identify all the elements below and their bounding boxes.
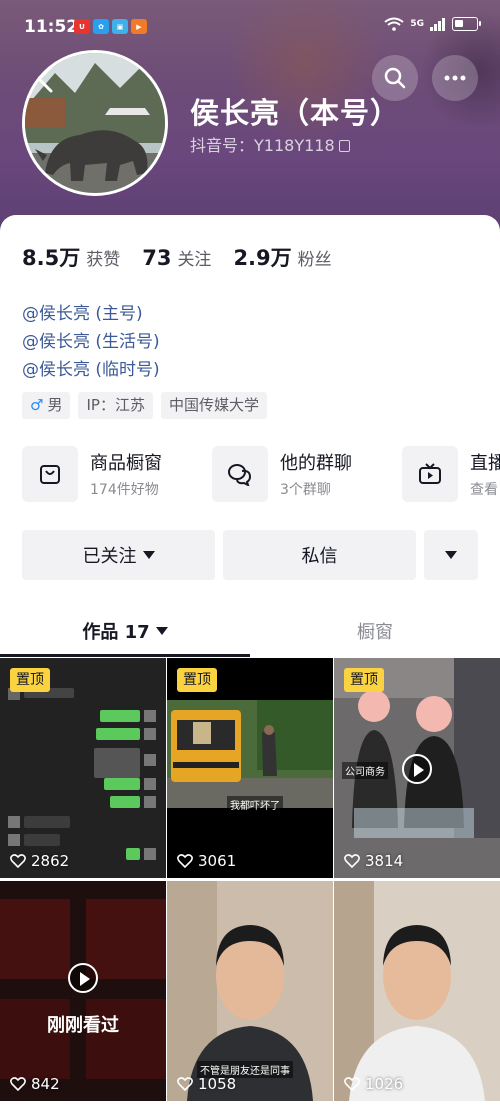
following-label[interactable]: 关注 [177, 245, 211, 270]
caret-down-icon [155, 627, 168, 635]
status-time: 11:52 [24, 17, 79, 37]
gender-text: 男 [47, 396, 63, 414]
more-actions-button[interactable] [424, 530, 478, 580]
video-thumbnail[interactable]: 不管是朋友还是同事 1058 [167, 881, 333, 1101]
video-likes: 1026 [344, 1075, 403, 1093]
status-bar: 11:52 U ✿ ▣ ▶ 5G [0, 0, 500, 54]
bio-link-main[interactable]: @侯长亮 (主号) [22, 300, 160, 328]
tab-shop-window[interactable]: 橱窗 [250, 605, 500, 657]
tab-works[interactable]: 作品 17 [0, 605, 250, 657]
status-app-icons: U ✿ ▣ ▶ [74, 19, 147, 34]
feature-title: 商品橱窗 [90, 453, 162, 474]
thumbnail-image [334, 881, 500, 1101]
video-thumbnail[interactable]: 1026 [334, 881, 500, 1101]
bio-link-life[interactable]: @侯长亮 (生活号) [22, 328, 160, 356]
video-caption: 我都吓坏了 [227, 796, 283, 813]
heart-icon [177, 854, 193, 869]
feature-entries: 商品橱窗 174件好物 他的群聊 3个群聊 直播查看 [22, 446, 500, 502]
male-icon: ♂ [30, 396, 44, 414]
caret-down-icon [445, 551, 457, 559]
followed-label: 已关注 [82, 546, 137, 567]
wifi-icon [384, 17, 404, 31]
bio-links: @侯长亮 (主号) @侯长亮 (生活号) @侯长亮 (临时号) [22, 300, 160, 384]
heart-icon [10, 854, 26, 869]
recently-viewed-label: 刚刚看过 [47, 1015, 119, 1036]
message-button[interactable]: 私信 [223, 530, 416, 580]
profile-tabs: 作品 17 橱窗 [0, 605, 500, 657]
heart-icon [177, 1077, 193, 1092]
signal-icon [430, 17, 445, 31]
tv-icon [402, 446, 458, 502]
likes-count: 842 [31, 1075, 60, 1093]
profile-tags: ♂ 男 IP：江苏 中国传媒大学 [22, 392, 267, 419]
video-likes: 842 [10, 1075, 60, 1093]
gender-tag: ♂ 男 [22, 392, 71, 419]
video-likes: 3061 [177, 852, 236, 870]
profile-stats: 8.5万 获赞 73 关注 2.9万 粉丝 [22, 242, 354, 272]
video-grid: 置顶 2862 我都吓坏了 置顶 3061 公司商务 置顶 3814 刚刚看过 … [0, 658, 500, 1101]
chat-bubbles-icon [212, 446, 268, 502]
heart-icon [344, 854, 360, 869]
school-tag[interactable]: 中国传媒大学 [160, 392, 267, 419]
following-count[interactable]: 73 [142, 246, 171, 270]
pinned-badge: 置顶 [344, 668, 384, 692]
chevron-left-icon [36, 65, 53, 93]
ip-tag: IP：江苏 [78, 392, 153, 419]
video-thumbnail[interactable]: 我都吓坏了 置顶 3061 [167, 658, 333, 878]
notification-app-icon: ▶ [131, 19, 147, 34]
more-dots-icon [444, 75, 466, 81]
pinned-badge: 置顶 [10, 668, 50, 692]
play-icon [402, 754, 432, 784]
notification-app-icon: ✿ [93, 19, 109, 34]
video-thumbnail[interactable]: 刚刚看过 842 [0, 881, 166, 1101]
pinned-badge: 置顶 [177, 668, 217, 692]
search-icon [384, 67, 406, 89]
feature-title: 直播 [470, 453, 500, 474]
tab-works-label: 作品 17 [82, 622, 150, 643]
likes-count: 3814 [365, 852, 404, 870]
heart-icon [10, 1077, 26, 1092]
followers-label[interactable]: 粉丝 [298, 245, 332, 270]
video-caption: 公司商务 [342, 762, 388, 779]
followed-button[interactable]: 已关注 [22, 530, 215, 580]
likes-count: 2862 [31, 852, 70, 870]
caret-down-icon [142, 551, 155, 559]
tab-window-label: 橱窗 [357, 622, 393, 643]
feature-live[interactable]: 直播 查看 [402, 446, 500, 502]
back-button[interactable] [22, 56, 68, 102]
likes-count: 1026 [365, 1075, 404, 1093]
battery-icon [452, 17, 481, 31]
feature-subtitle: 查看 [470, 482, 498, 498]
message-label: 私信 [301, 546, 338, 567]
feature-subtitle: 174件好物 [90, 482, 159, 498]
douyin-id[interactable]: 抖音号：Y118Y118 [190, 132, 350, 156]
profile-name: 侯长亮（本号） [190, 96, 401, 130]
bio-link-temp[interactable]: @侯长亮 (临时号) [22, 356, 160, 384]
followers-count[interactable]: 2.9万 [233, 242, 291, 272]
feature-subtitle: 3个群聊 [280, 482, 331, 498]
douyin-id-text: 抖音号：Y118Y118 [190, 136, 335, 155]
video-likes: 1058 [177, 1075, 236, 1093]
heart-icon [344, 1077, 360, 1092]
profile-actions: 已关注 私信 [22, 530, 478, 580]
play-icon [68, 963, 98, 993]
feature-shop-window[interactable]: 商品橱窗 174件好物 [22, 446, 212, 502]
status-right: 5G [384, 17, 481, 31]
video-likes: 3814 [344, 852, 403, 870]
video-thumbnail[interactable]: 置顶 2862 [0, 658, 166, 878]
more-button[interactable] [432, 55, 478, 101]
notification-app-icon: ▣ [112, 19, 128, 34]
notification-app-icon: U [74, 19, 90, 34]
likes-count: 8.5万 [22, 246, 81, 270]
likes-count: 1058 [198, 1075, 237, 1093]
video-likes: 2862 [10, 852, 69, 870]
video-thumbnail[interactable]: 公司商务 置顶 3814 [334, 658, 500, 878]
likes-label: 获赞 [86, 250, 121, 270]
feature-title: 他的群聊 [280, 453, 352, 474]
bag-icon [22, 446, 78, 502]
feature-group-chats[interactable]: 他的群聊 3个群聊 [212, 446, 402, 502]
likes-count: 3061 [198, 852, 237, 870]
network-label: 5G [410, 19, 424, 29]
copy-icon[interactable] [338, 140, 350, 152]
